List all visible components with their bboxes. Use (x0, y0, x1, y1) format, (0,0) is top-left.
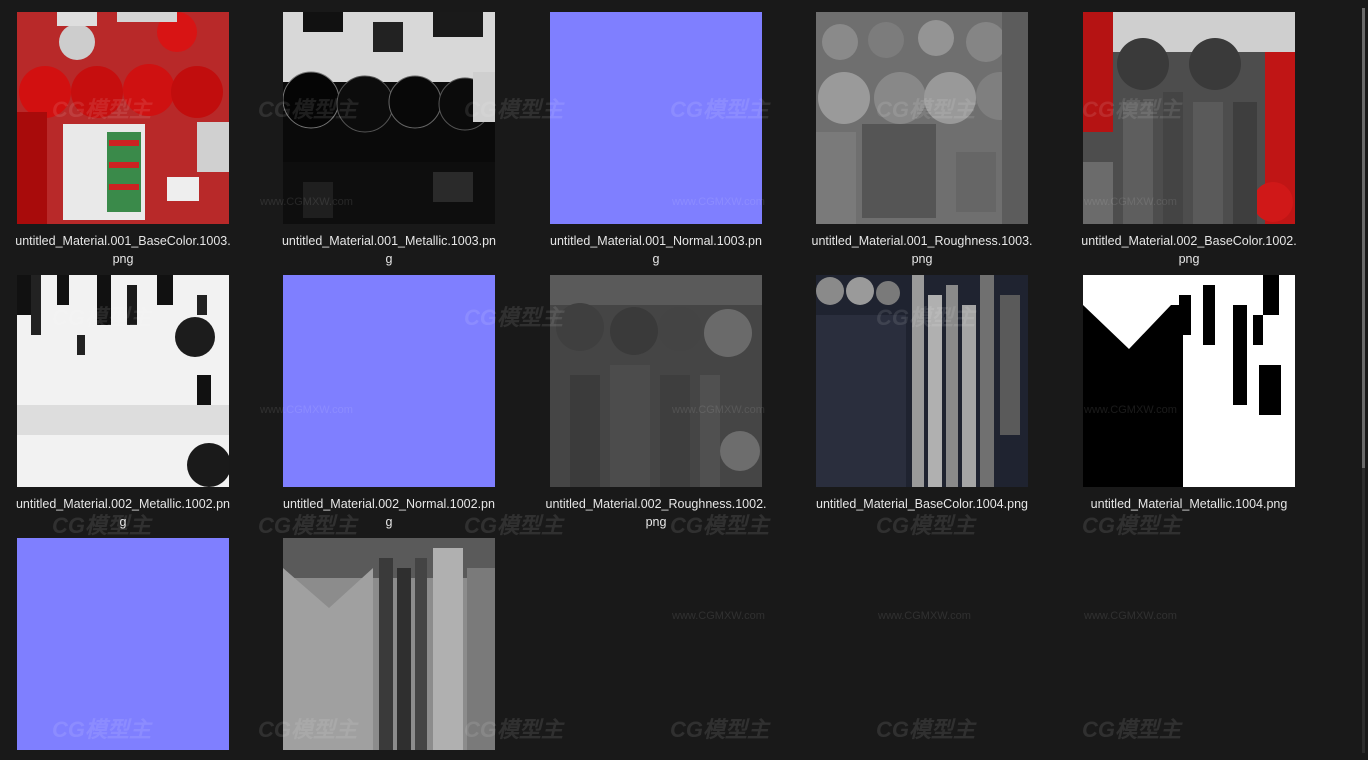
thumbnail-normal-map[interactable] (550, 12, 762, 224)
thumbnail-roughness-light[interactable] (283, 538, 495, 750)
thumbnail-basecolor-red[interactable] (17, 12, 229, 224)
file-item[interactable] (266, 538, 512, 750)
thumbnail-metallic-bw[interactable] (1083, 275, 1295, 487)
file-name: untitled_Material.002_Normal.1002.pn g (283, 497, 495, 529)
file-name: untitled_Material.001_BaseColor.1003. png (15, 234, 231, 266)
watermark-url: www.CGMXW.com (878, 610, 971, 622)
thumbnail-normal-map[interactable] (283, 275, 495, 487)
watermark-logo: CG模型主 (670, 717, 770, 742)
thumbnail-roughness-grey[interactable] (550, 275, 762, 487)
thumbnail-normal-map[interactable] (17, 538, 229, 750)
watermark-logo: CG模型主 (876, 717, 976, 742)
scrollbar-thumb[interactable] (1362, 8, 1365, 468)
file-browser-view: untitled_Material.001_BaseColor.1003. png (0, 0, 1368, 760)
file-name: untitled_Material.001_Metallic.1003.pn g (281, 234, 497, 266)
file-name: untitled_Material.002_Roughness.1002. png (545, 497, 767, 529)
vertical-scrollbar[interactable] (1362, 8, 1365, 753)
thumbnail-basecolor-navy[interactable] (816, 275, 1028, 487)
watermark-url: www.CGMXW.com (672, 610, 765, 622)
file-name: untitled_Material.002_BaseColor.1002. png (1081, 234, 1297, 266)
file-name: untitled_Material.002_Metallic.1002.pn g (15, 497, 231, 529)
file-item[interactable]: untitled_Material.002_BaseColor.1002. png (1066, 12, 1312, 268)
file-item[interactable]: untitled_Material.001_BaseColor.1003. png (0, 12, 246, 268)
file-name: untitled_Material_BaseColor.1004.png (816, 497, 1028, 511)
file-item[interactable]: untitled_Material.001_Roughness.1003. png (799, 12, 1045, 268)
thumbnail-metallic-dark[interactable] (283, 12, 495, 224)
file-item[interactable]: untitled_Material_Metallic.1004.png (1066, 275, 1312, 513)
file-name: untitled_Material_Metallic.1004.png (1090, 497, 1288, 511)
file-item[interactable]: untitled_Material.002_Metallic.1002.pn g (0, 275, 246, 531)
watermark-logo: CG模型主 (1082, 717, 1182, 742)
file-item[interactable]: untitled_Material.001_Metallic.1003.pn g (266, 12, 512, 268)
file-name: untitled_Material.001_Normal.1003.pn g (550, 234, 762, 266)
file-item[interactable] (0, 538, 246, 750)
file-item[interactable]: untitled_Material.002_Normal.1002.pn g (266, 275, 512, 531)
file-item[interactable]: untitled_Material.001_Normal.1003.pn g (533, 12, 779, 268)
file-item[interactable]: untitled_Material_BaseColor.1004.png (799, 275, 1045, 513)
thumbnail-metallic-white[interactable] (17, 275, 229, 487)
watermark-url: www.CGMXW.com (1084, 610, 1177, 622)
file-item[interactable]: untitled_Material.002_Roughness.1002. png (533, 275, 779, 531)
thumbnail-basecolor-mixed[interactable] (1083, 12, 1295, 224)
file-name: untitled_Material.001_Roughness.1003. png (811, 234, 1033, 266)
thumbnail-roughness[interactable] (816, 12, 1028, 224)
